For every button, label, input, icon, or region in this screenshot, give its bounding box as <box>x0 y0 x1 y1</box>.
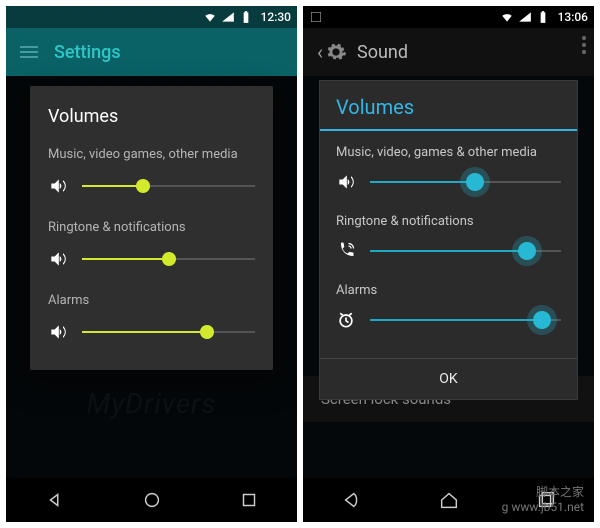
alarm-volume-slider[interactable] <box>82 323 255 341</box>
phone-ring-icon <box>336 241 356 261</box>
watermark: MyDrivers <box>87 387 217 420</box>
ringtone-volume-slider[interactable] <box>82 250 255 268</box>
battery-icon <box>536 10 550 24</box>
volume-group-media: Music, video, games & other media <box>336 145 561 192</box>
hamburger-icon[interactable] <box>20 43 38 61</box>
signal-icon <box>221 10 235 24</box>
nav-home-icon[interactable] <box>438 489 460 511</box>
dialog-title: Volumes <box>48 106 255 127</box>
nav-back-icon[interactable] <box>44 489 66 511</box>
volume-label: Music, video, games & other media <box>336 145 561 160</box>
alarm-volume-slider[interactable] <box>370 311 561 329</box>
nav-home-icon[interactable] <box>141 489 163 511</box>
wifi-icon <box>203 10 217 24</box>
volume-label: Music, video games, other media <box>48 147 255 162</box>
status-bar: 12:30 <box>6 6 297 28</box>
volume-label: Ringtone & notifications <box>336 214 561 229</box>
navigation-bar <box>6 478 297 522</box>
app-bar-title: Sound <box>357 42 408 63</box>
screenshot-icon <box>309 10 323 24</box>
app-bar-title: Settings <box>54 42 121 63</box>
volume-label: Ringtone & notifications <box>48 220 255 235</box>
phone-right: 13:06 ‹ Sound Screen lock sounds Volumes… <box>303 6 594 522</box>
volume-icon <box>48 322 68 342</box>
volumes-dialog: Volumes Music, video games, other media … <box>30 86 273 370</box>
overflow-icon[interactable] <box>582 36 586 54</box>
ringtone-volume-slider[interactable] <box>370 242 561 260</box>
status-bar: 13:06 <box>303 6 594 28</box>
app-bar: ‹ Sound <box>303 28 594 76</box>
volume-group-alarms: Alarms <box>48 293 255 342</box>
alarm-icon <box>336 310 356 330</box>
dialog-backdrop[interactable]: Volumes Music, video games, other media … <box>6 76 297 478</box>
signal-icon <box>518 10 532 24</box>
app-bar: Settings <box>6 28 297 76</box>
volume-group-alarms: Alarms <box>336 283 561 330</box>
volume-group-ringtone: Ringtone & notifications <box>48 220 255 269</box>
battery-icon <box>239 10 253 24</box>
volume-group-ringtone: Ringtone & notifications <box>336 214 561 261</box>
nav-back-icon[interactable] <box>341 489 363 511</box>
media-volume-slider[interactable] <box>370 173 561 191</box>
nav-recent-icon[interactable] <box>238 489 260 511</box>
volume-label: Alarms <box>48 293 255 308</box>
ok-button[interactable]: OK <box>320 358 577 399</box>
status-time: 12:30 <box>261 10 291 24</box>
phone-left: 12:30 Settings Volumes Music, video game… <box>6 6 297 522</box>
nav-recent-icon[interactable] <box>535 489 557 511</box>
volume-group-media: Music, video games, other media <box>48 147 255 196</box>
gear-icon[interactable] <box>325 41 347 63</box>
volumes-dialog: Volumes Music, video, games & other medi… <box>319 80 578 400</box>
volume-icon <box>336 172 356 192</box>
dialog-title: Volumes <box>320 81 577 131</box>
volume-label: Alarms <box>336 283 561 298</box>
media-volume-slider[interactable] <box>82 177 255 195</box>
status-time: 13:06 <box>558 10 588 24</box>
volume-icon <box>48 176 68 196</box>
navigation-bar <box>303 478 594 522</box>
wifi-icon <box>500 10 514 24</box>
dialog-backdrop[interactable]: Screen lock sounds Volumes Music, video,… <box>303 76 594 478</box>
volume-icon <box>48 249 68 269</box>
